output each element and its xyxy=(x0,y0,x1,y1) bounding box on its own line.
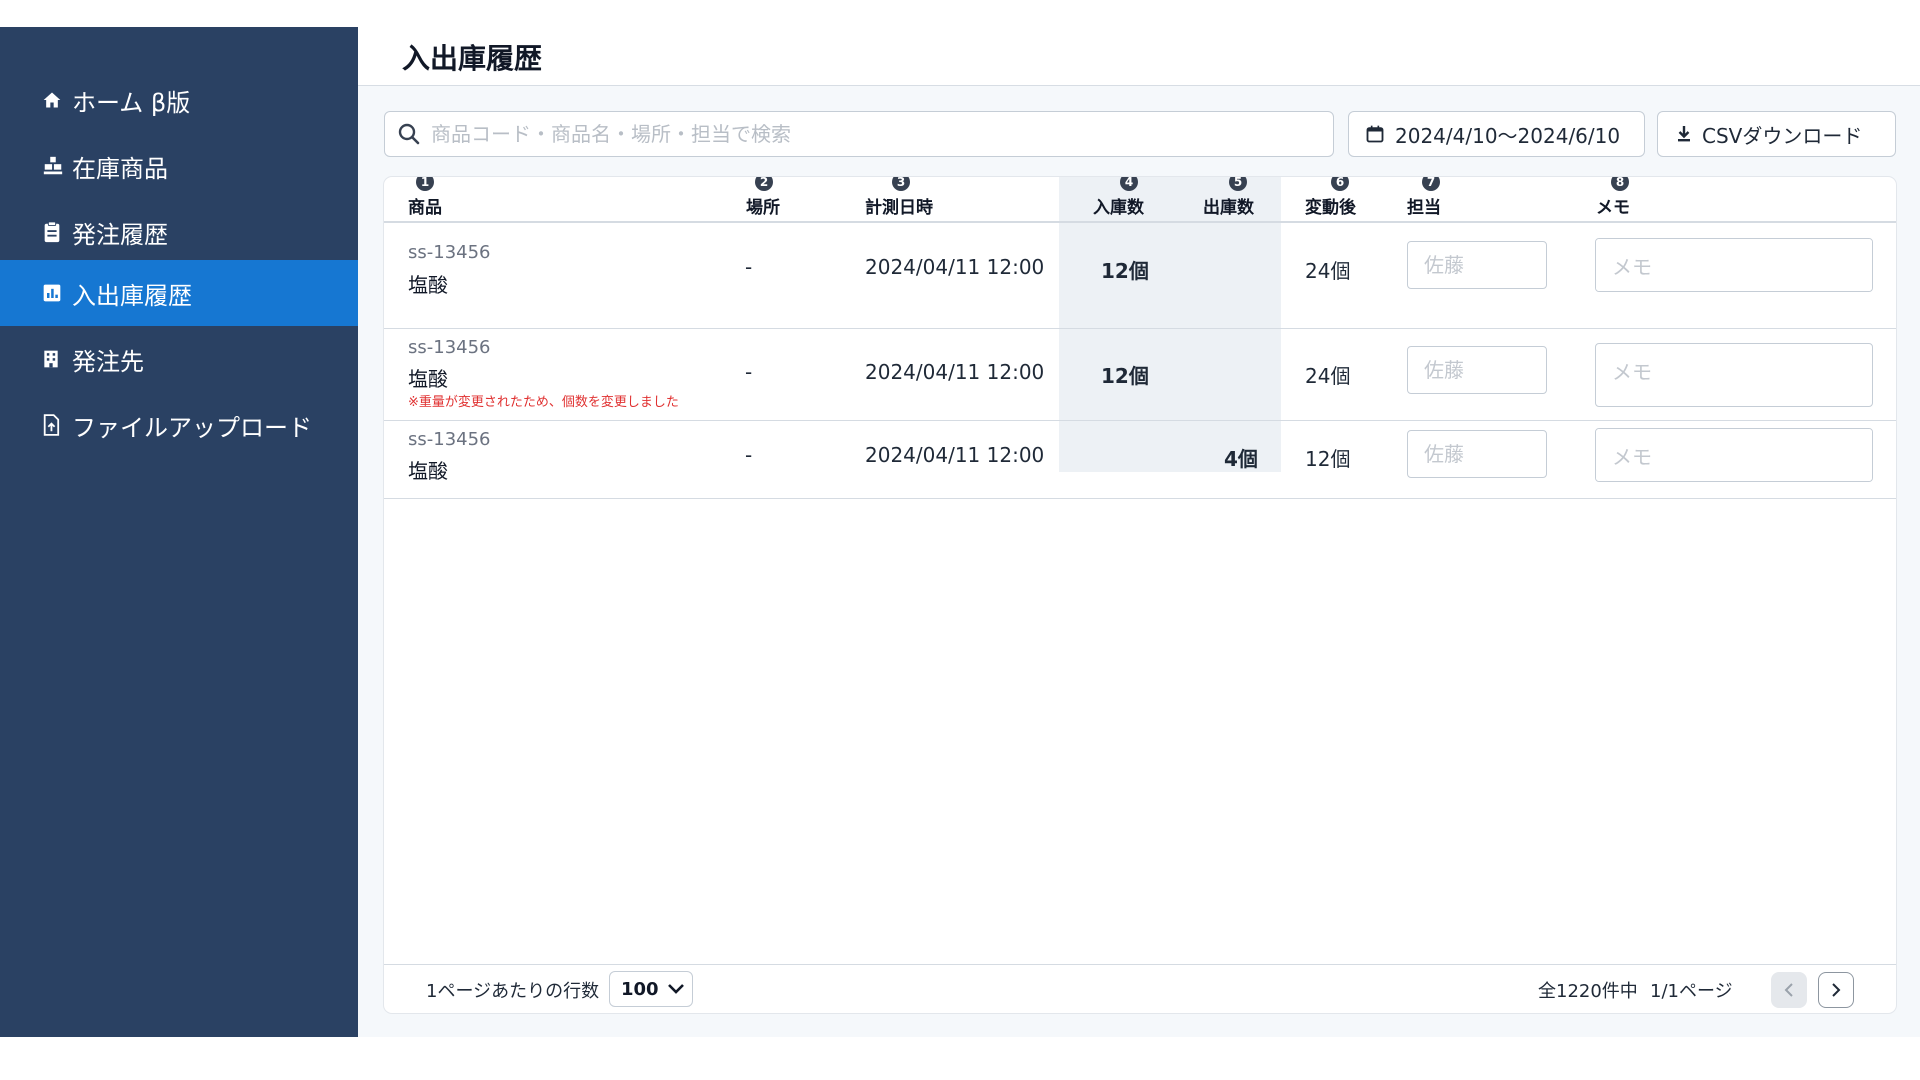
stock-in-value: 12個 xyxy=(1101,259,1149,283)
memo-input[interactable] xyxy=(1595,343,1873,407)
rows-per-page-select[interactable]: 100 xyxy=(609,971,693,1007)
sidebar-item-suppliers[interactable]: 発注先 xyxy=(0,326,358,392)
column-header-stock-in: 入庫数 xyxy=(1093,198,1144,218)
datetime-value: 2024/04/11 12:00 xyxy=(865,360,1045,384)
app-window: ホーム β版 在庫商品 発注履歴 入出庫履歴 発注先 ファイルアップロード 入出… xyxy=(0,27,1920,1037)
column-badge: 6 xyxy=(1331,177,1349,191)
sidebar-item-label: 発注履歴 xyxy=(72,220,168,249)
footer-divider xyxy=(384,964,1896,965)
chevron-right-icon xyxy=(1831,982,1841,998)
date-range-button[interactable]: 2024/4/10〜2024/6/10 xyxy=(1348,111,1645,157)
column-badge: 7 xyxy=(1422,177,1440,191)
product-code: ss-13456 xyxy=(408,337,491,358)
column-badge: 3 xyxy=(892,177,910,191)
building-icon xyxy=(42,349,70,369)
total-count: 全1220件中 xyxy=(1538,981,1638,1002)
sidebar-item-order-history[interactable]: 発注履歴 xyxy=(0,199,358,265)
bar-chart-icon xyxy=(42,283,70,303)
row-divider xyxy=(384,420,1896,421)
sidebar-item-inventory[interactable]: 在庫商品 xyxy=(0,133,358,199)
column-header-after-change: 変動後 xyxy=(1305,198,1356,218)
page-header: 入出庫履歴 xyxy=(358,27,1920,86)
home-icon xyxy=(42,90,70,110)
previous-page-button[interactable] xyxy=(1771,972,1807,1008)
page-indicator: 1/1ページ xyxy=(1650,981,1733,1002)
csv-download-button[interactable]: CSVダウンロード xyxy=(1657,111,1896,157)
sidebar-item-file-upload[interactable]: ファイルアップロード xyxy=(0,392,358,458)
memo-input[interactable] xyxy=(1595,238,1873,292)
search-input[interactable] xyxy=(429,121,1313,147)
after-change-value: 12個 xyxy=(1305,447,1351,471)
chevron-down-icon xyxy=(667,983,685,995)
column-header-location: 場所 xyxy=(746,198,780,218)
date-range-label: 2024/4/10〜2024/6/10 xyxy=(1395,123,1621,148)
stock-in-value: 12個 xyxy=(1101,364,1149,388)
column-header-datetime: 計測日時 xyxy=(865,198,933,218)
location-value: - xyxy=(745,443,753,467)
memo-input[interactable] xyxy=(1595,428,1873,482)
sidebar-item-label: ファイルアップロード xyxy=(72,413,312,442)
product-code: ss-13456 xyxy=(408,242,491,263)
location-value: - xyxy=(745,255,753,279)
sidebar-item-label: 発注先 xyxy=(72,347,144,376)
product-name: 塩酸 xyxy=(408,459,448,483)
sidebar-item-stock-history[interactable]: 入出庫履歴 xyxy=(0,260,358,326)
csv-download-label: CSVダウンロード xyxy=(1702,123,1863,148)
datetime-value: 2024/04/11 12:00 xyxy=(865,443,1045,467)
sidebar-item-home[interactable]: ホーム β版 xyxy=(0,67,358,133)
datetime-value: 2024/04/11 12:00 xyxy=(865,255,1045,279)
page-title: 入出庫履歴 xyxy=(402,42,543,75)
column-header-memo: メモ xyxy=(1596,198,1630,218)
inventory-icon xyxy=(42,155,70,177)
stock-out-value: 4個 xyxy=(1224,447,1258,471)
staff-input[interactable] xyxy=(1407,241,1547,289)
change-note: ※重量が変更されたため、個数を変更しました xyxy=(408,395,679,410)
product-name: 塩酸 xyxy=(408,273,448,297)
row-divider xyxy=(384,498,1896,499)
history-table: 1 商品 2 場所 3 計測日時 4 入庫数 5 出庫数 6 変動後 7 担当 … xyxy=(384,177,1896,1013)
location-value: - xyxy=(745,360,753,384)
product-code: ss-13456 xyxy=(408,429,491,450)
sidebar-item-label: 在庫商品 xyxy=(72,154,168,183)
staff-input[interactable] xyxy=(1407,430,1547,478)
sidebar-item-label: 入出庫履歴 xyxy=(72,281,192,310)
column-badge: 2 xyxy=(755,177,773,191)
file-upload-icon xyxy=(42,414,70,436)
header-divider xyxy=(384,221,1896,223)
chevron-left-icon xyxy=(1784,982,1794,998)
column-header-product: 商品 xyxy=(408,198,442,218)
rows-per-page-value: 100 xyxy=(621,978,659,1000)
after-change-value: 24個 xyxy=(1305,259,1351,283)
column-badge: 8 xyxy=(1611,177,1629,191)
clipboard-icon xyxy=(42,221,70,243)
rows-per-page-label: 1ページあたりの行数 xyxy=(426,981,600,1002)
column-header-stock-out: 出庫数 xyxy=(1203,198,1254,218)
column-header-staff: 担当 xyxy=(1407,198,1441,218)
column-badge: 1 xyxy=(416,177,434,191)
next-page-button[interactable] xyxy=(1818,972,1854,1008)
product-name: 塩酸 xyxy=(408,367,448,391)
search-box[interactable] xyxy=(384,111,1334,157)
sidebar: ホーム β版 在庫商品 発注履歴 入出庫履歴 発注先 ファイルアップロード xyxy=(0,27,358,1037)
download-icon xyxy=(1676,125,1692,143)
after-change-value: 24個 xyxy=(1305,364,1351,388)
row-divider xyxy=(384,328,1896,329)
staff-input[interactable] xyxy=(1407,346,1547,394)
sidebar-item-label: ホーム β版 xyxy=(72,88,191,117)
calendar-icon xyxy=(1365,124,1385,144)
search-icon xyxy=(397,122,421,146)
